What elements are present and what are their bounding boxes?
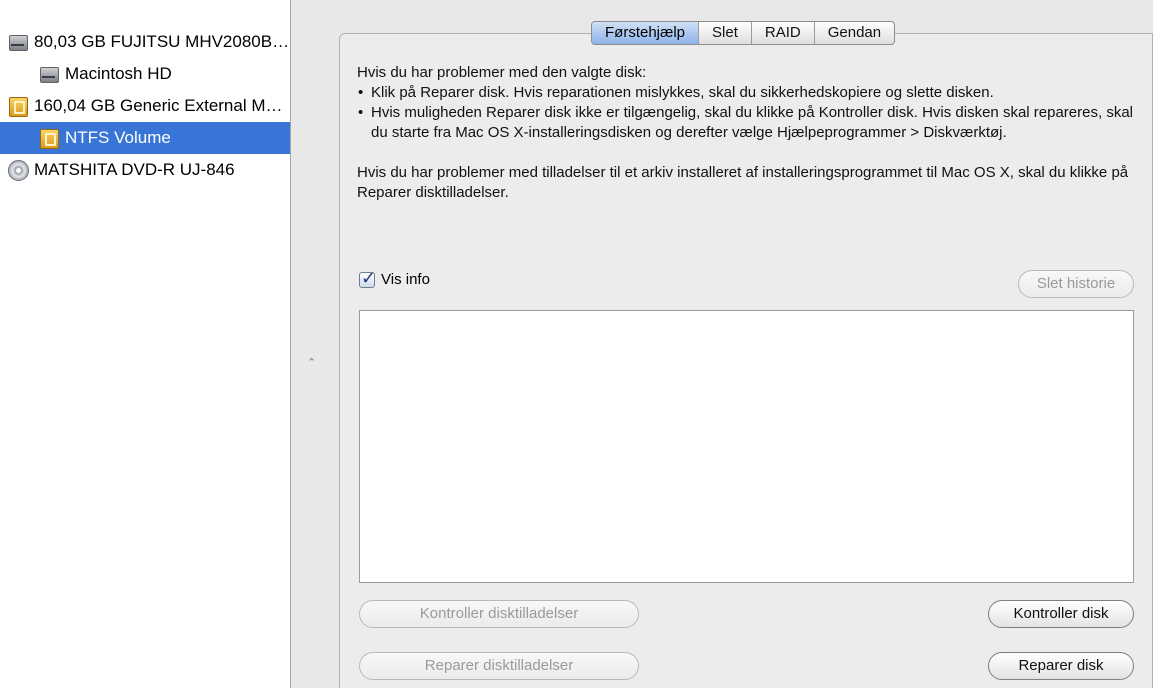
divider-handle-icon[interactable]: ⌃ <box>307 356 316 369</box>
help-bullet: Hvis muligheden Reparer disk ikke er til… <box>357 103 1137 143</box>
details-log-area[interactable] <box>359 310 1134 583</box>
show-details-label: Vis info <box>381 271 430 288</box>
clear-history-button[interactable]: Slet historie <box>1018 270 1134 298</box>
verify-disk-button[interactable]: Kontroller disk <box>988 600 1134 628</box>
tab-first-aid[interactable]: Førstehjælp <box>592 22 699 44</box>
repair-permissions-button[interactable]: Reparer disktilladelser <box>359 652 639 680</box>
optical-drive-icon <box>7 159 29 181</box>
hard-disk-volume-icon <box>38 63 60 85</box>
split-view-divider[interactable]: ⌃ <box>291 0 339 688</box>
help-intro: Hvis du har problemer med den valgte dis… <box>357 64 647 81</box>
tab-raid[interactable]: RAID <box>750 22 814 44</box>
sidebar-item-label: 160,04 GB Generic External Media <box>34 96 290 115</box>
first-aid-instructions: Hvis du har problemer med den valgte dis… <box>357 63 1137 203</box>
help-bullets: Klik på Reparer disk. Hvis reparationen … <box>357 83 1137 143</box>
sidebar-item-label: Macintosh HD <box>65 64 172 83</box>
tab-bar: Førstehjælp Slet RAID Gendan <box>591 21 896 45</box>
disk-sidebar[interactable]: 80,03 GB FUJITSU MHV2080BH... Macintosh … <box>0 0 291 688</box>
sidebar-item-label: 80,03 GB FUJITSU MHV2080BH... <box>34 32 290 51</box>
checkbox-checked-icon[interactable] <box>359 268 376 289</box>
sidebar-item-fujitsu-disk[interactable]: 80,03 GB FUJITSU MHV2080BH... <box>0 26 290 58</box>
show-details-checkbox[interactable]: Vis info <box>359 268 430 289</box>
verify-permissions-button[interactable]: Kontroller disktilladelser <box>359 600 639 628</box>
repair-disk-button[interactable]: Reparer disk <box>988 652 1134 680</box>
help-permissions-text: Hvis du har problemer med tilladelser ti… <box>357 164 1129 201</box>
sidebar-item-label: NTFS Volume <box>65 128 171 147</box>
external-disk-icon <box>7 95 29 117</box>
sidebar-item-external-media[interactable]: 160,04 GB Generic External Media <box>0 90 290 122</box>
sidebar-item-macintosh-hd[interactable]: Macintosh HD <box>0 58 290 90</box>
external-volume-icon <box>38 127 60 149</box>
tab-restore[interactable]: Gendan <box>813 22 894 44</box>
hard-disk-icon <box>7 31 29 53</box>
tab-erase[interactable]: Slet <box>698 22 751 44</box>
help-bullet: Klik på Reparer disk. Hvis reparationen … <box>357 83 1137 103</box>
sidebar-item-dvd-drive[interactable]: MATSHITA DVD-R UJ-846 <box>0 154 290 186</box>
sidebar-item-label: MATSHITA DVD-R UJ-846 <box>34 160 235 179</box>
sidebar-item-ntfs-volume[interactable]: NTFS Volume <box>0 122 290 154</box>
